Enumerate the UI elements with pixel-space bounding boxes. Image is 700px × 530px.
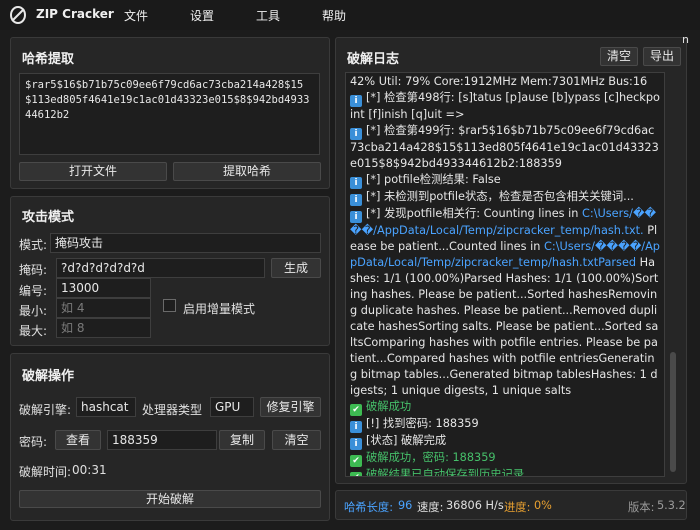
log-line: i [!] 找到密码: 188359 xyxy=(350,416,660,433)
log-line: i [*] 检查第498行: [s]tatus [p]ause [b]ypass … xyxy=(350,90,660,123)
hash-value-textarea[interactable]: $rar5$16$b71b75c09ee6f79cd6ac73cba214a42… xyxy=(19,73,320,155)
log-line: i [状态] 破解完成 xyxy=(350,433,660,450)
open-file-button[interactable]: 打开文件 xyxy=(19,162,167,181)
info-icon: i xyxy=(350,194,362,206)
min-input[interactable]: 如 4 xyxy=(56,298,151,318)
log-text: [*] 检查第498行: [s]tatus [p]ause [b]ypass [… xyxy=(350,91,660,121)
crack-operation-title: 破解操作 xyxy=(22,369,75,384)
success-check-icon: ✔ xyxy=(350,404,362,416)
mode-label: 模式: xyxy=(19,238,48,252)
corner-indicator: n xyxy=(682,33,689,46)
increment-mode-checkbox[interactable] xyxy=(163,299,176,312)
export-log-button[interactable]: 导出 xyxy=(643,47,681,66)
log-scrollbar[interactable] xyxy=(668,72,678,477)
start-crack-button[interactable]: 开始破解 xyxy=(19,490,321,508)
log-text: [*] potfile检测结果: False xyxy=(366,173,501,186)
code-label: 编号: xyxy=(19,284,48,298)
log-line: i [*] 检查第499行: $rar5$16$b71b75c09ee6f79cd… xyxy=(350,123,660,172)
speed-value: 36806 H/s xyxy=(446,499,504,512)
view-password-button[interactable]: 查看 xyxy=(55,430,101,450)
extract-hash-button[interactable]: 提取哈希 xyxy=(173,162,321,181)
log-line: i [*] 未检测到potfile状态，检查是否包含相关关键词... xyxy=(350,189,660,206)
log-text: Hashes: 1/1 (100.00%)Parsed Hashes: 1/1 … xyxy=(350,256,659,397)
success-check-icon: ✔ xyxy=(350,455,362,467)
progress-label: 进度: xyxy=(504,501,531,514)
success-check-icon: ✔ xyxy=(350,472,362,476)
password-field[interactable]: 188359 xyxy=(107,430,217,450)
copy-password-button[interactable]: 复制 xyxy=(219,430,265,450)
max-input[interactable]: 如 8 xyxy=(56,318,151,338)
log-text: [*] 未检测到potfile状态，检查是否包含相关关键词... xyxy=(366,190,634,203)
mode-select[interactable]: 掩码攻击 xyxy=(50,233,321,253)
min-label: 最小: xyxy=(19,304,48,318)
log-scrollbar-thumb[interactable] xyxy=(670,352,676,472)
engine-select[interactable]: hashcat xyxy=(76,397,136,417)
version-label: 版本: xyxy=(628,501,655,514)
zip-cracker-logo-icon xyxy=(10,6,26,24)
log-text: 42% Util: 79% Core:1912MHz Mem:7301MHz B… xyxy=(350,75,648,88)
info-icon: i xyxy=(350,128,362,140)
password-label: 密码: xyxy=(19,435,48,449)
engine-label: 破解引擎: xyxy=(19,403,72,417)
status-bar: 哈希长度: 96 速度: 36806 H/s 进度: 0% 版本: 5.3.2 xyxy=(335,490,687,520)
crack-time-label: 破解时间: xyxy=(19,465,72,479)
processor-select[interactable]: GPU xyxy=(210,397,254,417)
crack-log-title: 破解日志 xyxy=(347,52,400,67)
generate-button[interactable]: 生成 xyxy=(271,258,321,278)
log-text: 破解结果已自动保存到历史记录 xyxy=(366,468,525,477)
log-text: [状态] 破解完成 xyxy=(366,434,447,447)
info-icon: i xyxy=(350,211,362,223)
processor-label: 处理器类型 xyxy=(142,403,203,417)
progress-value: 0% xyxy=(534,499,552,512)
mask-label: 掩码: xyxy=(19,263,48,277)
code-input[interactable]: 13000 xyxy=(56,278,151,298)
title-bar: ZIP Cracker 文件 设置 工具 帮助 xyxy=(0,0,700,30)
log-line: 42% Util: 79% Core:1912MHz Mem:7301MHz B… xyxy=(350,74,660,90)
info-icon: i xyxy=(350,438,362,450)
clear-log-button[interactable]: 清空 xyxy=(600,47,638,66)
crack-log-output[interactable]: 42% Util: 79% Core:1912MHz Mem:7301MHz B… xyxy=(345,72,665,477)
menu-tools[interactable]: 工具 xyxy=(256,7,280,24)
log-line: ✔ 破解成功 xyxy=(350,399,660,416)
log-line: ✔ 破解成功，密码: 188359 xyxy=(350,450,660,467)
attack-mode-title: 攻击模式 xyxy=(22,210,75,225)
speed-label: 速度: xyxy=(417,501,444,514)
app-title: ZIP Cracker xyxy=(36,7,114,21)
increment-mode-label: 启用增量模式 xyxy=(183,302,256,316)
info-icon: i xyxy=(350,177,362,189)
log-text: 破解成功，密码: 188359 xyxy=(366,451,496,464)
log-text: [!] 找到密码: 188359 xyxy=(366,417,479,430)
clear-password-button[interactable]: 清空 xyxy=(272,430,321,450)
info-icon: i xyxy=(350,95,362,107)
hash-extract-title: 哈希提取 xyxy=(22,52,75,67)
log-line: i [*] potfile检测结果: False xyxy=(350,172,660,189)
info-icon: i xyxy=(350,421,362,433)
max-label: 最大: xyxy=(19,324,48,338)
log-line: i [*] 发现potfile相关行: Counting lines in C:\… xyxy=(350,206,660,399)
repair-engine-button[interactable]: 修复引擎 xyxy=(260,397,321,417)
mask-input[interactable]: ?d?d?d?d?d?d xyxy=(56,258,265,278)
menu-help[interactable]: 帮助 xyxy=(322,7,346,24)
log-text: [*] 检查第499行: $rar5$16$b71b75c09ee6f79cd6… xyxy=(350,124,659,170)
menu-settings[interactable]: 设置 xyxy=(190,7,214,24)
version-value: 5.3.2 xyxy=(657,499,686,512)
log-line: ✔ 破解结果已自动保存到历史记录 xyxy=(350,467,660,477)
hash-length-value: 96 xyxy=(398,499,413,512)
menu-file[interactable]: 文件 xyxy=(124,7,148,24)
crack-time-value: 00:31 xyxy=(72,463,107,477)
log-text: [*] 发现potfile相关行: Counting lines in xyxy=(366,207,583,220)
hash-length-label: 哈希长度: xyxy=(344,501,393,514)
log-text: 破解成功 xyxy=(366,400,412,413)
